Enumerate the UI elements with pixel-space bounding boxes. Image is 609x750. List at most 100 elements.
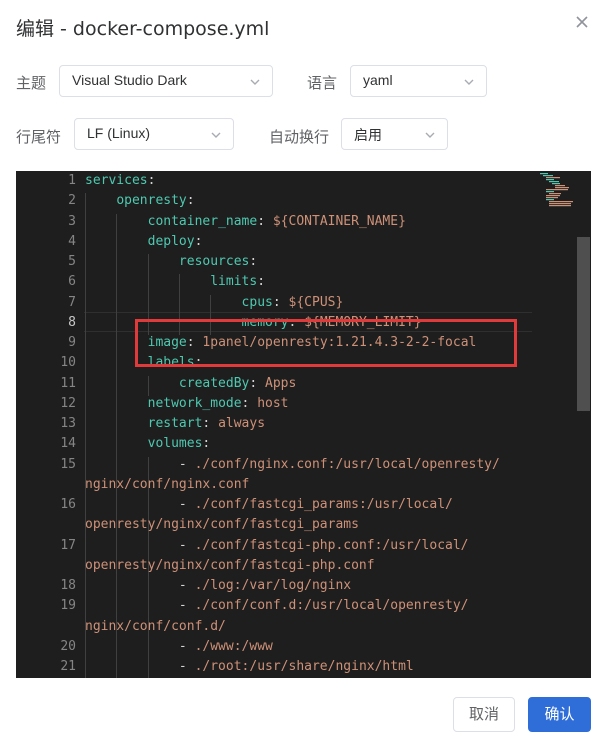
code-token: : bbox=[194, 233, 203, 249]
confirm-button[interactable]: 确认 bbox=[528, 697, 591, 732]
code-line: cpus: ${CPUS} bbox=[85, 294, 344, 310]
line-number: 8 bbox=[68, 314, 76, 330]
code-line: - ./conf/fastcgi_params:/usr/local/ bbox=[85, 497, 453, 512]
yaml-value: ./www:/www bbox=[194, 638, 273, 654]
code-token: - bbox=[178, 578, 195, 593]
edit-dialog: 编辑 - docker-compose.yml 主题 Visual Studio… bbox=[0, 0, 609, 750]
yaml-value: ${MEMORY_LIMIT} bbox=[304, 314, 422, 330]
theme-label: 主题 bbox=[16, 74, 47, 92]
code-line: restart: always bbox=[85, 416, 265, 431]
dialog-title: 编辑 - docker-compose.yml bbox=[16, 18, 270, 40]
yaml-key: restart bbox=[147, 416, 203, 431]
yaml-key: image bbox=[147, 335, 187, 350]
language-select[interactable]: yaml bbox=[350, 65, 487, 97]
code-token: : bbox=[241, 395, 258, 411]
code-line: network_mode: host bbox=[85, 396, 289, 411]
line-number: 19 bbox=[60, 598, 76, 614]
line-number: 21 bbox=[60, 659, 76, 674]
cancel-button[interactable]: 取消 bbox=[453, 697, 515, 732]
code-token: - bbox=[178, 638, 195, 654]
code-line: - ./conf/nginx.conf:/usr/local/openresty… bbox=[85, 457, 500, 472]
code-line: openresty/nginx/conf/fastcgi_params bbox=[85, 517, 359, 532]
yaml-value: nginx/conf/nginx.conf bbox=[85, 476, 250, 492]
code-token: - bbox=[178, 456, 195, 472]
yaml-key: services bbox=[85, 173, 148, 188]
theme-select[interactable]: Visual Studio Dark bbox=[59, 65, 273, 97]
code-line: limits: bbox=[85, 274, 265, 289]
yaml-value: nginx/conf/conf.d/ bbox=[85, 618, 226, 634]
code-token: - bbox=[178, 497, 195, 512]
yaml-value: always bbox=[218, 416, 266, 431]
code-line: labels: bbox=[85, 355, 203, 371]
yaml-key: memory bbox=[241, 314, 289, 330]
eol-label: 行尾符 bbox=[16, 128, 62, 146]
yaml-key: network_mode bbox=[147, 395, 242, 411]
eol-select-value: LF (Linux) bbox=[87, 125, 151, 141]
code-line: - ./conf/fastcgi-php.conf:/usr/local/ bbox=[85, 538, 469, 553]
yaml-value: ${CPUS} bbox=[288, 294, 344, 310]
wrap-select-value: 启用 bbox=[354, 127, 382, 143]
yaml-value: openresty/nginx/conf/fastcgi-php.conf bbox=[85, 557, 375, 573]
yaml-key: limits bbox=[210, 274, 258, 290]
code-line: services: bbox=[85, 173, 155, 188]
yaml-key: container_name bbox=[147, 213, 258, 229]
code-token: - bbox=[178, 659, 195, 674]
code-line: - ./conf/conf.d:/usr/local/openresty/ bbox=[85, 598, 469, 613]
code-token: : bbox=[186, 335, 203, 350]
code-line: deploy: bbox=[85, 233, 203, 249]
code-line: nginx/conf/nginx.conf bbox=[85, 477, 249, 492]
code-token: : bbox=[194, 355, 203, 371]
code-token: : bbox=[257, 213, 273, 229]
wrap-select[interactable]: 启用 bbox=[341, 118, 448, 150]
code-line: - ./log:/var/log/nginx bbox=[85, 578, 351, 593]
yaml-key: resources bbox=[178, 254, 250, 269]
line-number: 12 bbox=[60, 395, 76, 411]
chevron-down-icon bbox=[250, 79, 260, 85]
close-icon[interactable] bbox=[572, 12, 592, 32]
code-token: : bbox=[202, 416, 219, 431]
code-token: : bbox=[257, 274, 266, 290]
code-token: - bbox=[178, 537, 195, 553]
line-number: 13 bbox=[60, 416, 76, 431]
code-line: memory: ${MEMORY_LIMIT} bbox=[85, 315, 422, 330]
yaml-value: ./conf/fastcgi_params:/usr/local/ bbox=[194, 497, 453, 512]
line-number: 11 bbox=[60, 375, 76, 391]
line-number: 10 bbox=[60, 355, 76, 371]
line-number: 3 bbox=[68, 213, 76, 229]
code-line: nginx/conf/conf.d/ bbox=[85, 619, 226, 634]
code-token: : bbox=[202, 436, 211, 452]
yaml-value: 1panel/openresty:1.21.4.3-2-2-focal bbox=[202, 335, 477, 350]
language-select-value: yaml bbox=[363, 72, 393, 88]
eol-select[interactable]: LF (Linux) bbox=[74, 118, 234, 150]
yaml-value: openresty/nginx/conf/fastcgi_params bbox=[85, 517, 359, 533]
code-line: openresty: bbox=[85, 193, 194, 208]
minimap[interactable] bbox=[534, 171, 576, 211]
editor-scrollbar-thumb[interactable] bbox=[577, 237, 590, 411]
theme-select-value: Visual Studio Dark bbox=[72, 72, 187, 88]
code-token: : bbox=[272, 294, 289, 310]
line-number: 18 bbox=[60, 578, 76, 593]
line-number: 20 bbox=[60, 638, 76, 654]
yaml-value: Apps bbox=[265, 375, 297, 391]
yaml-value: ${CONTAINER_NAME} bbox=[272, 213, 406, 229]
code-line: - ./www:/www bbox=[85, 639, 273, 654]
line-number: 14 bbox=[60, 436, 76, 452]
code-editor[interactable]: 1 services: 2 openresty: 3 container_name: … bbox=[16, 171, 591, 678]
line-number: 6 bbox=[68, 274, 76, 290]
yaml-value: ./log:/var/log/nginx bbox=[194, 578, 352, 593]
